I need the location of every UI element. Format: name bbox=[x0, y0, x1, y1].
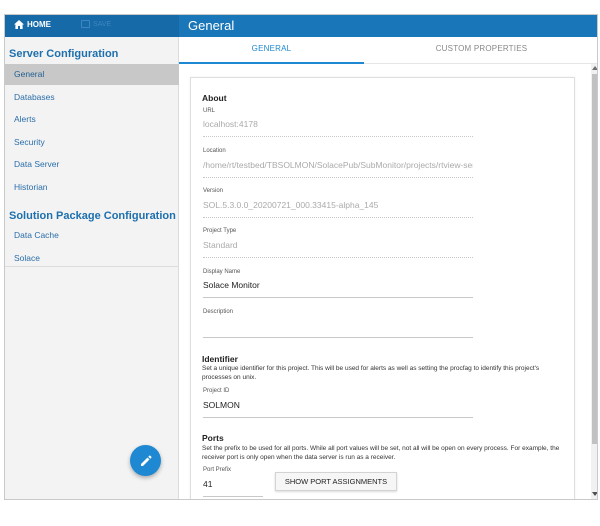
url-label: URL bbox=[203, 108, 216, 114]
app-window: HOME SAVE General Server Configuration G… bbox=[4, 14, 598, 500]
top-bar: HOME SAVE General bbox=[5, 15, 597, 37]
display-name-input[interactable]: Solace Monitor bbox=[203, 278, 473, 298]
home-button[interactable]: HOME bbox=[14, 20, 51, 29]
save-button[interactable]: SAVE bbox=[81, 20, 111, 28]
sidebar-item-data-cache[interactable]: Data Cache bbox=[5, 225, 179, 246]
about-heading: About bbox=[202, 93, 227, 103]
project-id-input[interactable]: SOLMON bbox=[203, 398, 473, 418]
description-label: Description bbox=[203, 309, 234, 315]
description-input[interactable] bbox=[203, 318, 473, 338]
sidebar-item-general[interactable]: General bbox=[5, 64, 179, 85]
solution-package-heading: Solution Package Configuration bbox=[9, 210, 176, 222]
project-type-field: Standard bbox=[203, 238, 473, 258]
home-icon bbox=[14, 20, 24, 29]
show-port-assignments-button[interactable]: SHOW PORT ASSIGNMENTS bbox=[275, 472, 397, 491]
scroll-down-arrow-icon[interactable] bbox=[592, 492, 597, 496]
sidebar-item-historian[interactable]: Historian bbox=[5, 177, 179, 198]
home-label: HOME bbox=[27, 20, 51, 29]
sidebar: Server Configuration General Databases A… bbox=[5, 37, 179, 499]
sidebar-divider bbox=[5, 266, 179, 267]
server-configuration-heading: Server Configuration bbox=[9, 48, 119, 60]
display-name-label: Display Name bbox=[203, 269, 241, 275]
identifier-heading: Identifier bbox=[202, 354, 238, 364]
page-title: General bbox=[188, 18, 235, 33]
pencil-icon bbox=[140, 454, 152, 466]
content-scrollbar[interactable] bbox=[591, 64, 597, 499]
edit-button[interactable] bbox=[130, 445, 161, 476]
tab-custom-properties[interactable]: CUSTOM PROPERTIES bbox=[364, 37, 597, 64]
project-type-label: Project Type bbox=[203, 228, 237, 234]
port-prefix-label: Port Prefix bbox=[203, 467, 232, 473]
location-field: /home/rt/testbed/TBSOLMON/SolacePub/SubM… bbox=[203, 158, 473, 178]
main-content: About URL localhost:4178 Location /home/… bbox=[179, 64, 597, 499]
sidebar-item-databases[interactable]: Databases bbox=[5, 87, 179, 108]
url-field: localhost:4178 bbox=[203, 117, 473, 137]
settings-card: About URL localhost:4178 Location /home/… bbox=[190, 77, 575, 499]
save-icon bbox=[81, 20, 90, 28]
version-label: Version bbox=[203, 188, 224, 194]
tab-general[interactable]: GENERAL bbox=[179, 37, 364, 64]
version-field: SOL.5.3.0.0_20200721_000.33415-alpha_145 bbox=[203, 198, 473, 218]
tab-bar: GENERAL CUSTOM PROPERTIES bbox=[179, 37, 597, 64]
location-label: Location bbox=[203, 148, 226, 154]
scroll-up-arrow-icon[interactable] bbox=[592, 66, 597, 70]
port-prefix-input[interactable]: 41 bbox=[203, 477, 263, 497]
sidebar-item-security[interactable]: Security bbox=[5, 132, 179, 153]
save-label: SAVE bbox=[93, 20, 112, 28]
identifier-description: Set a unique identifier for this project… bbox=[202, 365, 540, 381]
ports-heading: Ports bbox=[202, 433, 224, 443]
ports-description: Set the prefix to be used for all ports.… bbox=[202, 445, 560, 461]
sidebar-item-data-server[interactable]: Data Server bbox=[5, 154, 179, 175]
project-id-label: Project ID bbox=[203, 388, 230, 394]
scroll-thumb[interactable] bbox=[592, 74, 597, 444]
sidebar-item-alerts[interactable]: Alerts bbox=[5, 109, 179, 130]
